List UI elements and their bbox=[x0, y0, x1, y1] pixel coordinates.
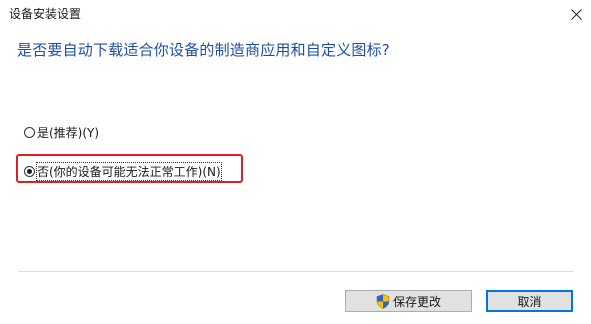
radio-option-yes[interactable]: 是(推荐)(Y) bbox=[24, 123, 99, 141]
dialog-window: 设备安装设置 是否要自动下载适合你设备的制造商应用和自定义图标? 是(推荐)(Y… bbox=[0, 0, 591, 324]
cancel-button[interactable]: 取消 bbox=[486, 290, 573, 312]
cancel-button-label: 取消 bbox=[517, 294, 542, 309]
save-changes-button[interactable]: 保存更改 bbox=[345, 290, 472, 312]
radio-label-yes: 是(推荐)(Y) bbox=[37, 125, 100, 140]
save-button-label: 保存更改 bbox=[392, 294, 441, 309]
radio-button-yes[interactable] bbox=[24, 126, 35, 138]
radio-button-no[interactable] bbox=[24, 165, 35, 177]
dialog-question: 是否要自动下载适合你设备的制造商应用和自定义图标? bbox=[17, 41, 390, 59]
window-title: 设备安装设置 bbox=[9, 7, 82, 21]
radio-option-no[interactable]: 否(你的设备可能无法正常工作)(N) bbox=[24, 161, 222, 181]
close-button[interactable] bbox=[561, 0, 591, 28]
footer-divider bbox=[18, 271, 573, 272]
uac-shield-icon bbox=[376, 293, 390, 309]
radio-label-no: 否(你的设备可能无法正常工作)(N) bbox=[36, 161, 222, 181]
close-icon bbox=[570, 8, 582, 20]
title-bar[interactable]: 设备安装设置 bbox=[0, 0, 591, 28]
